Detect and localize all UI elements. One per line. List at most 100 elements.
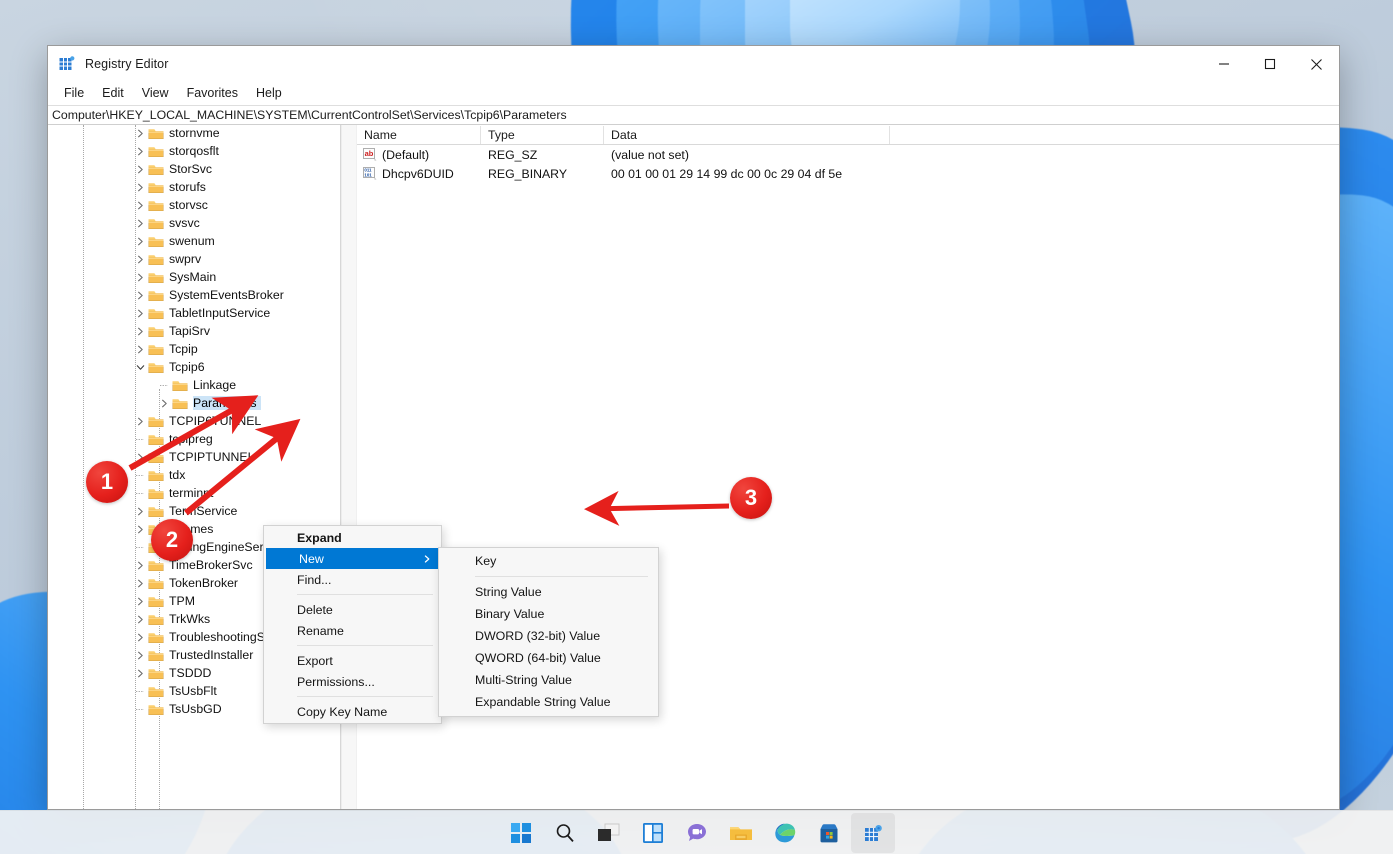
column-header-data[interactable]: Data: [604, 125, 890, 145]
tree-node-tapisrv[interactable]: TapiSrv: [48, 322, 356, 340]
chevron-right-icon[interactable]: [132, 129, 148, 138]
table-row[interactable]: 011 101 Dhcpv6DUID REG_BINARY 00 01 00 0…: [357, 164, 1339, 183]
context-menu[interactable]: Expand New Find... Delete Rename Export Permis…: [263, 525, 442, 724]
chevron-right-icon[interactable]: [132, 579, 148, 588]
submenu-item-key[interactable]: Key: [439, 550, 658, 572]
chevron-right-icon[interactable]: [132, 417, 148, 426]
chevron-right-icon[interactable]: [132, 201, 148, 210]
chevron-right-icon[interactable]: [132, 291, 148, 300]
chevron-right-icon[interactable]: [132, 525, 148, 534]
tree-node-storsvc[interactable]: StorSvc: [48, 160, 356, 178]
context-menu-item-copy-key-name[interactable]: Copy Key Name: [264, 701, 441, 722]
tree-node-label: TsUsbGD: [169, 702, 222, 716]
column-header-type[interactable]: Type: [481, 125, 604, 145]
chevron-right-icon[interactable]: [132, 183, 148, 192]
widgets-icon[interactable]: [631, 813, 675, 853]
context-menu-item-find[interactable]: Find...: [264, 569, 441, 590]
column-header-name[interactable]: Name: [357, 125, 481, 145]
chevron-right-icon[interactable]: [132, 651, 148, 660]
chevron-right-icon[interactable]: [156, 399, 172, 408]
submenu-item-qword-64-bit-value[interactable]: QWORD (64-bit) Value: [439, 647, 658, 669]
start-icon[interactable]: [499, 813, 543, 853]
file-explorer-icon[interactable]: [719, 813, 763, 853]
tree-node-label: SysMain: [169, 270, 217, 284]
edge-icon[interactable]: [763, 813, 807, 853]
chevron-right-icon[interactable]: [132, 561, 148, 570]
context-menu-item-new[interactable]: New: [266, 548, 439, 569]
chevron-right-icon[interactable]: [132, 615, 148, 624]
chevron-right-icon[interactable]: [132, 273, 148, 282]
chevron-right-icon[interactable]: [132, 309, 148, 318]
tree-node-swprv[interactable]: swprv: [48, 250, 356, 268]
tree-node-tcpip[interactable]: Tcpip: [48, 340, 356, 358]
new-submenu[interactable]: Key String Value Binary Value DWORD (32-bit…: [438, 547, 659, 717]
menu-separator: [297, 696, 433, 697]
context-menu-item-export[interactable]: Export: [264, 650, 441, 671]
close-button[interactable]: [1293, 46, 1339, 82]
minimize-button[interactable]: [1201, 46, 1247, 82]
chat-icon[interactable]: [675, 813, 719, 853]
chevron-right-icon[interactable]: [132, 165, 148, 174]
folder-icon: [148, 415, 164, 428]
registry-editor-window: Registry Editor File Edit View Favorites…: [47, 45, 1340, 810]
tree-node-storufs[interactable]: storufs: [48, 178, 356, 196]
chevron-right-icon[interactable]: [132, 219, 148, 228]
task-view-icon[interactable]: [587, 813, 631, 853]
chevron-right-icon[interactable]: [132, 327, 148, 336]
menu-file[interactable]: File: [55, 84, 93, 103]
chevron-right-icon[interactable]: [132, 669, 148, 678]
menu-view[interactable]: View: [133, 84, 178, 103]
chevron-right-icon[interactable]: [132, 597, 148, 606]
tree-node-systemeventsbroker[interactable]: SystemEventsBroker: [48, 286, 356, 304]
chevron-right-icon[interactable]: [132, 507, 148, 516]
folder-icon: [148, 271, 164, 284]
chevron-down-icon[interactable]: [132, 363, 148, 372]
registry-editor-taskbar-icon[interactable]: [850, 812, 895, 853]
submenu-item-dword-32-bit-value[interactable]: DWORD (32-bit) Value: [439, 625, 658, 647]
microsoft-store-icon[interactable]: [807, 813, 851, 853]
tree-node-tabletinputservice[interactable]: TabletInputService: [48, 304, 356, 322]
tree-node-sysmain[interactable]: SysMain: [48, 268, 356, 286]
submenu-item-expandable-string-value[interactable]: Expandable String Value: [439, 691, 658, 713]
tree-node-swenum[interactable]: swenum: [48, 232, 356, 250]
folder-icon: [148, 541, 164, 554]
tree-node-termservice[interactable]: TermService: [48, 502, 356, 520]
maximize-button[interactable]: [1247, 46, 1293, 82]
chevron-right-icon[interactable]: [132, 633, 148, 642]
tree-node-linkage[interactable]: Linkage: [48, 376, 356, 394]
submenu-item-label: Key: [475, 554, 497, 568]
search-icon[interactable]: [543, 813, 587, 853]
submenu-item-multi-string-value[interactable]: Multi-String Value: [439, 669, 658, 691]
tree-node-parameters[interactable]: Parameters: [48, 394, 356, 412]
tree-node-stornvme[interactable]: stornvme: [48, 125, 356, 142]
chevron-right-icon[interactable]: [132, 255, 148, 264]
tree-node-label: Tcpip6: [169, 360, 205, 374]
tree-node-tcpip6tunnel[interactable]: TCPIP6TUNNEL: [48, 412, 356, 430]
menu-help[interactable]: Help: [247, 84, 291, 103]
context-menu-item-expand[interactable]: Expand: [264, 527, 441, 548]
tree-node-storqosflt[interactable]: storqosflt: [48, 142, 356, 160]
tree-node-svsvc[interactable]: svsvc: [48, 214, 356, 232]
context-menu-item-delete[interactable]: Delete: [264, 599, 441, 620]
submenu-item-string-value[interactable]: String Value: [439, 581, 658, 603]
chevron-right-icon[interactable]: [132, 237, 148, 246]
folder-icon: [148, 361, 164, 374]
chevron-right-icon[interactable]: [132, 147, 148, 156]
tree-node-tcpiptunnel[interactable]: TCPIPTUNNEL: [48, 448, 356, 466]
tree-node-label: SystemEventsBroker: [169, 288, 284, 302]
submenu-item-binary-value[interactable]: Binary Value: [439, 603, 658, 625]
chevron-right-icon[interactable]: [132, 345, 148, 354]
context-menu-item-rename[interactable]: Rename: [264, 620, 441, 641]
context-menu-item-permissions[interactable]: Permissions...: [264, 671, 441, 692]
tree-node-label: StorSvc: [169, 162, 213, 176]
table-row[interactable]: ab (Default) REG_SZ (value not set): [357, 145, 1339, 164]
menu-favorites[interactable]: Favorites: [178, 84, 247, 103]
address-bar[interactable]: Computer\HKEY_LOCAL_MACHINE\SYSTEM\Curre…: [48, 105, 1339, 125]
tree-node-tcpip6[interactable]: Tcpip6: [48, 358, 356, 376]
tree-node-tdx[interactable]: tdx: [48, 466, 356, 484]
tree-node-terminpt[interactable]: terminpt: [48, 484, 356, 502]
chevron-right-icon[interactable]: [132, 453, 148, 462]
tree-node-tcpipreg[interactable]: tcpipreg: [48, 430, 356, 448]
tree-node-storvsc[interactable]: storvsc: [48, 196, 356, 214]
menu-edit[interactable]: Edit: [93, 84, 133, 103]
